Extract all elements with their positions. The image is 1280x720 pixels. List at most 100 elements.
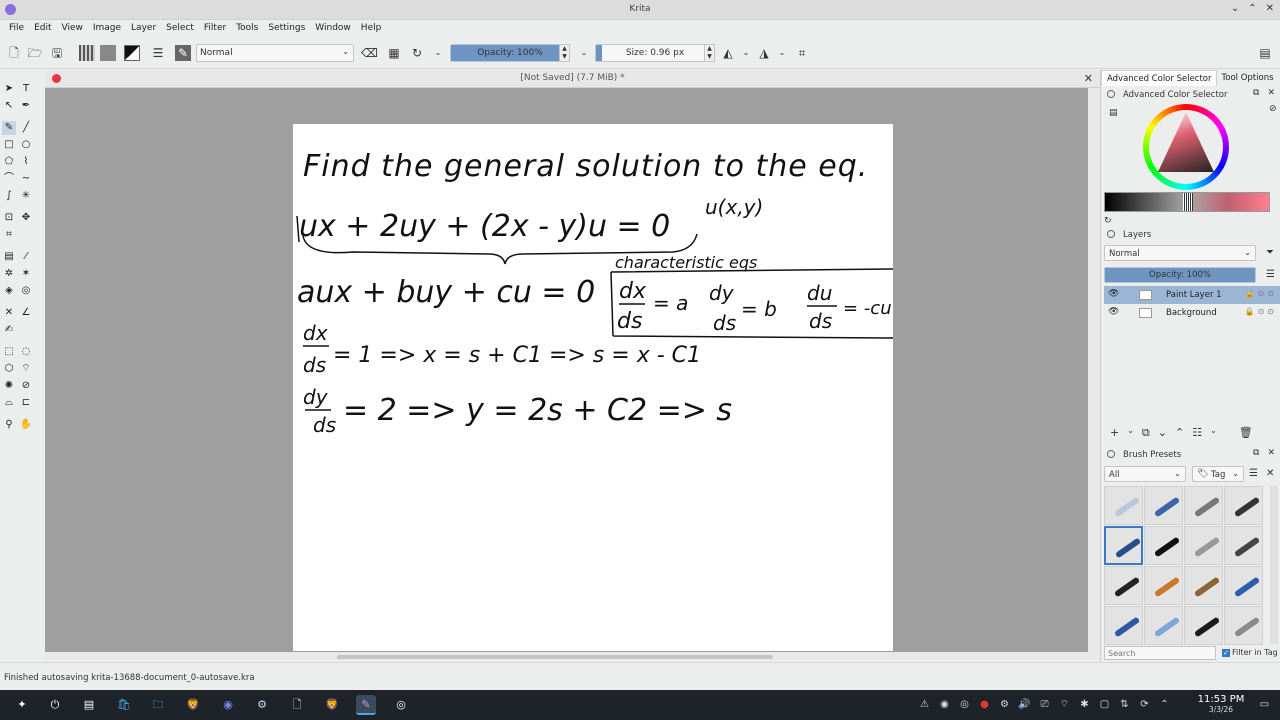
polygon-tool-icon[interactable]: ⬠: [2, 155, 16, 169]
colorize-mask-icon[interactable]: ✶: [19, 267, 33, 281]
select-shapes-icon[interactable]: ➤: [2, 82, 16, 96]
brush-preset-pencil-dark[interactable]: [1224, 526, 1263, 565]
brush-preset-pencil-soft[interactable]: [1224, 606, 1263, 645]
close-icon[interactable]: ✕: [1266, 3, 1274, 14]
tray-network-icon[interactable]: ⇅: [1118, 698, 1131, 711]
measure-tool-icon[interactable]: ∠: [19, 306, 33, 320]
brush-preset-fineliner[interactable]: [1184, 606, 1223, 645]
dynamic-brush-icon[interactable]: ∫: [2, 189, 16, 203]
system-settings-icon[interactable]: ⏻: [45, 695, 65, 715]
duplicate-layer-icon[interactable]: ⧉: [1142, 426, 1150, 442]
contiguous-select-icon[interactable]: ✺: [2, 379, 16, 393]
brush-preset-marker-blue[interactable]: [1144, 486, 1183, 525]
brush-preset-airbrush[interactable]: [1184, 486, 1223, 525]
menu-help[interactable]: Help: [356, 20, 387, 37]
tray-clipboard-icon[interactable]: ▢: [1098, 698, 1111, 711]
menu-select[interactable]: Select: [161, 20, 199, 37]
crop-tool-icon[interactable]: ⌗: [2, 228, 16, 242]
task-switcher-icon[interactable]: ▤: [79, 695, 99, 715]
pan-tool-icon[interactable]: ✋: [19, 418, 33, 432]
edit-shapes-icon[interactable]: ↖: [2, 99, 16, 113]
brush-filter-select[interactable]: All ⌄: [1104, 466, 1186, 482]
tray-updates-icon[interactable]: ⟳: [1138, 698, 1151, 711]
move-layer-down-icon[interactable]: ⌄: [1158, 426, 1167, 442]
new-document-icon[interactable]: 🗋: [6, 45, 22, 61]
document-tab[interactable]: [Not Saved] (7.7 MiB) * ✕: [45, 70, 1100, 88]
minimize-icon[interactable]: ⌄: [1231, 3, 1239, 14]
app-launcher-icon[interactable]: ✦: [12, 695, 32, 715]
freehand-brush-icon[interactable]: ✎: [2, 121, 16, 135]
opacity-menu-icon[interactable]: ⌄: [576, 45, 592, 61]
move-layer-up-icon[interactable]: ⌃: [1175, 426, 1184, 442]
menu-tools[interactable]: Tools: [231, 20, 263, 37]
calligraphy-icon[interactable]: ✒: [19, 99, 33, 113]
brush-preset-brush-dark[interactable]: [1104, 566, 1143, 605]
brush-preset-marker-light[interactable]: [1144, 606, 1183, 645]
eraser-icon[interactable]: ⌫: [361, 45, 378, 61]
add-layer-menu-icon[interactable]: ⌄: [1127, 426, 1134, 442]
maximize-icon[interactable]: ⌃: [1248, 3, 1256, 14]
menu-window[interactable]: Window: [310, 20, 356, 37]
visibility-eye-icon[interactable]: 👁: [1108, 307, 1119, 317]
obs-icon[interactable]: ◎: [391, 695, 411, 715]
gradient-tool-icon[interactable]: ▤: [2, 250, 16, 264]
layer-row[interactable]: 👁 Background 🔒⊙⊙: [1104, 304, 1280, 322]
reload-preset-icon[interactable]: ↻: [409, 45, 425, 61]
layer-properties-menu-icon[interactable]: ⌄: [1210, 426, 1217, 442]
drawing-canvas[interactable]: Find the general solution to the eq. u(x…: [293, 124, 893, 651]
assistant-tool-icon[interactable]: ✕: [2, 306, 16, 320]
close-document-icon[interactable]: ✕: [1084, 72, 1093, 85]
more-options-icon[interactable]: ⌄: [430, 45, 446, 61]
zoom-tool-icon[interactable]: ⚲: [2, 418, 16, 432]
close-docker-icon[interactable]: ✕: [1267, 448, 1275, 458]
menu-file[interactable]: File: [4, 20, 29, 37]
transform-tool-icon[interactable]: ⊡: [2, 211, 16, 225]
brave-browser-icon[interactable]: 🦁: [183, 695, 203, 715]
tray-expand-icon[interactable]: ⌃: [1158, 698, 1171, 711]
bezier-tool-icon[interactable]: ⌒: [2, 172, 16, 186]
pattern-swatch-icon[interactable]: [100, 45, 116, 61]
tab-tool-options[interactable]: Tool Options: [1217, 70, 1278, 86]
fill-tool-icon[interactable]: ◈: [2, 284, 16, 298]
preserve-alpha-icon[interactable]: ▦: [386, 45, 402, 61]
mirror-vertical-icon[interactable]: ◮: [756, 45, 772, 61]
brush-view-menu-icon[interactable]: ☰: [1249, 468, 1258, 479]
smart-patch-icon[interactable]: ✲: [2, 267, 16, 281]
blend-mode-select[interactable]: Normal ⌄: [196, 44, 354, 62]
brave-browser-2-icon[interactable]: 🦁: [322, 695, 342, 715]
horizontal-scrollbar[interactable]: [45, 652, 1088, 660]
text-tool-icon[interactable]: T: [19, 82, 33, 96]
enclose-fill-icon[interactable]: ◎: [19, 284, 33, 298]
tray-discord-icon[interactable]: ◉: [938, 698, 951, 711]
gradient-swatch-icon[interactable]: [79, 45, 95, 61]
brush-preset-eraser[interactable]: [1104, 486, 1143, 525]
shade-selector[interactable]: [1104, 192, 1270, 212]
mirror-horizontal-icon[interactable]: ◭: [720, 45, 736, 61]
brush-preset-marker-navy[interactable]: [1104, 606, 1143, 645]
brush-grid-scrollbar[interactable]: [1270, 486, 1278, 644]
mirror-h-menu-icon[interactable]: ⌄: [738, 45, 754, 61]
krita-taskbar-icon[interactable]: ✎: [356, 695, 376, 715]
menu-settings[interactable]: Settings: [263, 20, 310, 37]
polygon-select-icon[interactable]: ⬡: [2, 362, 16, 376]
brush-preset-pencil-brown[interactable]: [1184, 566, 1223, 605]
open-document-icon[interactable]: 🗁: [27, 45, 43, 61]
tray-devices-icon[interactable]: ⎚: [1038, 698, 1051, 711]
tray-record-icon[interactable]: ●: [978, 698, 991, 711]
freehand-select-icon[interactable]: ⌔: [19, 362, 33, 376]
store-icon[interactable]: 🛍: [114, 695, 134, 715]
size-spinner[interactable]: ▲ ▼: [704, 44, 715, 62]
color-selector-reset-icon[interactable]: ⊘: [1269, 104, 1277, 114]
vertical-scrollbar[interactable]: [1088, 88, 1100, 660]
color-picker-icon[interactable]: ⁄: [19, 250, 33, 264]
delete-layer-icon[interactable]: 🗑: [1239, 426, 1253, 442]
brush-preset-icon[interactable]: ✎: [175, 45, 191, 61]
tab-advanced-color-selector[interactable]: Advanced Color Selector: [1101, 70, 1217, 86]
opacity-spinner[interactable]: ▲ ▼: [559, 44, 570, 62]
layer-opacity-slider[interactable]: Opacity: 100%: [1104, 267, 1256, 283]
brush-preset-ink-black[interactable]: [1144, 526, 1183, 565]
layer-properties-icon[interactable]: ☷: [1192, 426, 1202, 442]
refresh-icon[interactable]: ↻: [1104, 216, 1112, 226]
similar-select-icon[interactable]: ⊘: [19, 379, 33, 393]
filter-in-tag-checkbox[interactable]: ✓ Filter in Tag: [1222, 648, 1278, 657]
